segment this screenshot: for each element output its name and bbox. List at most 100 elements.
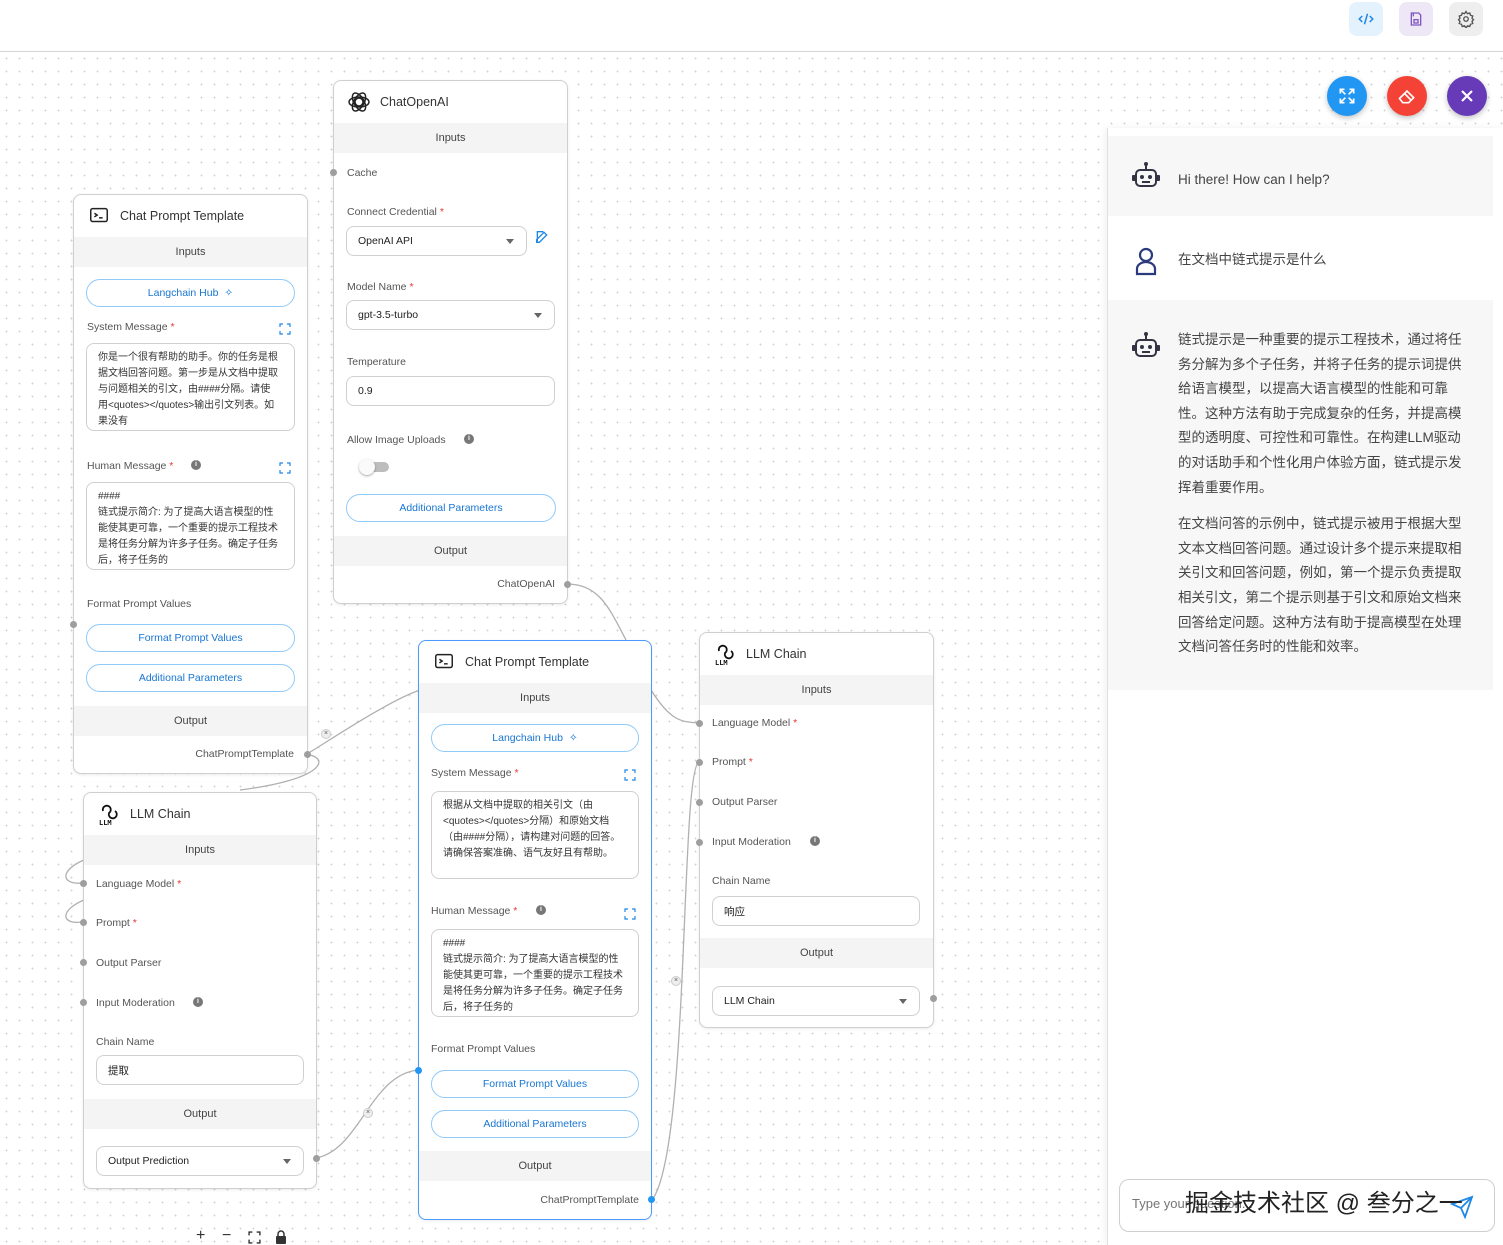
bot-message: Hi there! How can I help?: [1108, 136, 1493, 216]
edge-delete-button[interactable]: ×: [321, 729, 331, 739]
llm-icon: LLM: [96, 801, 122, 827]
output-handle[interactable]: [304, 751, 311, 758]
input-moderation-handle[interactable]: [80, 999, 87, 1006]
expand-icon[interactable]: [624, 769, 636, 781]
save-icon: [1410, 12, 1422, 26]
inputs-section: Inputs: [84, 835, 316, 865]
model-name-select[interactable]: gpt-3.5-turbo: [346, 300, 555, 330]
format-values-handle[interactable]: [415, 1067, 422, 1074]
magic-wand-icon: ✧: [568, 732, 578, 744]
output-parser-handle[interactable]: [80, 959, 87, 966]
human-message-textarea[interactable]: #### 链式提示简介: 为了提高大语言模型的性能使其更可靠，一个重要的提示工程…: [431, 929, 639, 1017]
expand-chat-button[interactable]: [1327, 76, 1367, 116]
bot-message-text: 链式提示是一种重要的提示工程技术，通过将任务分解为多个子任务，并将子任务的提示词…: [1178, 328, 1466, 660]
node-title: ChatOpenAI: [380, 95, 449, 109]
chat-prompt-template-node[interactable]: Chat Prompt Template Inputs Langchain Hu…: [73, 194, 308, 774]
format-prompt-values-button[interactable]: Format Prompt Values: [86, 624, 295, 652]
node-title: LLM Chain: [130, 807, 191, 821]
prompt-icon: [431, 649, 457, 675]
edit-credential-icon[interactable]: [534, 229, 550, 245]
prompt-label: Prompt *: [96, 917, 137, 929]
output-select[interactable]: LLM Chain: [712, 986, 920, 1016]
eraser-icon: [1398, 89, 1415, 104]
input-moderation-handle[interactable]: [696, 839, 703, 846]
info-icon: i: [191, 460, 201, 470]
credential-label: Connect Credential *: [347, 206, 444, 218]
inputs-section: Inputs: [74, 237, 307, 267]
expand-icon[interactable]: [624, 908, 636, 920]
language-model-handle[interactable]: [80, 880, 87, 887]
edge-delete-button[interactable]: ×: [363, 1108, 373, 1118]
answer-paragraph: 链式提示是一种重要的提示工程技术，通过将任务分解为多个子任务，并将子任务的提示词…: [1178, 332, 1462, 495]
prompt-handle[interactable]: [80, 919, 87, 926]
inputs-section: Inputs: [419, 683, 651, 713]
output-handle[interactable]: [313, 1155, 320, 1162]
expand-icon[interactable]: [279, 323, 291, 335]
save-button[interactable]: [1399, 2, 1433, 36]
chat-panel: Hi there! How can I help? 在文档中链式提示是什么 链式…: [1107, 128, 1503, 1245]
additional-parameters-button[interactable]: Additional Parameters: [346, 494, 556, 522]
langchain-hub-button[interactable]: Langchain Hub ✧: [86, 279, 295, 307]
additional-parameters-button[interactable]: Additional Parameters: [431, 1110, 639, 1138]
system-message-label: System Message *: [87, 321, 175, 333]
magic-wand-icon: ✧: [224, 287, 234, 299]
output-select[interactable]: Output Prediction: [96, 1146, 304, 1176]
watermark: 掘金技术社区 @ 叁分之一: [1185, 1190, 1463, 1217]
output-section: Output: [419, 1151, 651, 1181]
llm-chain-node[interactable]: LLM LLM Chain Inputs Language Model * Pr…: [83, 792, 317, 1189]
fit-view-icon[interactable]: [248, 1231, 261, 1244]
zoom-out-button[interactable]: −: [222, 1227, 231, 1245]
lock-icon[interactable]: [275, 1230, 287, 1244]
user-avatar-icon: [1135, 247, 1157, 276]
settings-button[interactable]: [1449, 2, 1483, 36]
info-icon: i: [464, 434, 474, 444]
output-name: ChatOpenAI: [497, 578, 555, 590]
cache-label: Cache: [347, 167, 378, 179]
human-message-label: Human Message *: [87, 460, 174, 472]
chain-name-input[interactable]: 响应: [712, 896, 920, 926]
credential-select[interactable]: OpenAI API: [346, 226, 527, 256]
chatopenai-node[interactable]: ChatOpenAI Inputs Cache Connect Credenti…: [333, 80, 568, 604]
output-handle[interactable]: [564, 581, 571, 588]
llm-chain-node[interactable]: LLM LLM Chain Inputs Language Model * Pr…: [699, 632, 934, 1028]
expand-icon[interactable]: [279, 462, 291, 474]
output-parser-handle[interactable]: [696, 799, 703, 806]
code-button[interactable]: [1349, 2, 1383, 36]
prompt-handle[interactable]: [696, 759, 703, 766]
info-icon: i: [810, 836, 820, 846]
node-header: LLM LLM Chain: [84, 793, 316, 835]
format-prompt-values-button[interactable]: Format Prompt Values: [431, 1070, 639, 1098]
zoom-in-button[interactable]: +: [196, 1227, 205, 1245]
system-message-textarea[interactable]: 你是一个很有帮助的助手。你的任务是根据文档回答问题。第一步是从文档中提取与问题相…: [86, 343, 295, 431]
chain-name-input[interactable]: 提取: [96, 1055, 304, 1085]
chain-name-label: Chain Name: [712, 875, 771, 887]
clear-chat-button[interactable]: [1387, 76, 1427, 116]
gear-icon: [1457, 10, 1475, 28]
user-message-text: 在文档中链式提示是什么: [1178, 252, 1327, 267]
language-model-handle[interactable]: [696, 720, 703, 727]
cache-handle[interactable]: [330, 169, 337, 176]
temperature-input[interactable]: 0.9: [346, 376, 555, 406]
output-handle[interactable]: [648, 1196, 655, 1203]
additional-parameters-button[interactable]: Additional Parameters: [86, 664, 295, 692]
chat-prompt-template-node[interactable]: Chat Prompt Template Inputs Langchain Hu…: [418, 640, 652, 1220]
output-section: Output: [700, 938, 933, 968]
system-message-textarea[interactable]: 根据从文档中提取的相关引文（由<quotes></quotes>分隔）和原始文档…: [431, 791, 639, 879]
inputs-section: Inputs: [334, 123, 567, 153]
image-uploads-toggle[interactable]: [359, 459, 389, 475]
output-section: Output: [84, 1099, 316, 1129]
output-name: ChatPromptTemplate: [195, 748, 294, 760]
top-toolbar: [0, 0, 1503, 52]
code-icon: [1358, 13, 1374, 25]
edge-delete-button[interactable]: ×: [671, 976, 681, 986]
format-prompt-values-label: Format Prompt Values: [87, 598, 192, 610]
human-message-textarea[interactable]: #### 链式提示简介: 为了提高大语言模型的性能使其更可靠，一个重要的提示工程…: [86, 482, 295, 570]
language-model-label: Language Model *: [712, 717, 798, 729]
info-icon: i: [536, 905, 546, 915]
answer-paragraph: 在文档问答的示例中，链式提示被用于根据大型文本文档回答问题。通过设计多个提示来提…: [1178, 516, 1462, 655]
langchain-hub-button[interactable]: Langchain Hub ✧: [431, 724, 639, 752]
output-handle[interactable]: [930, 995, 937, 1002]
human-message-label: Human Message *: [431, 905, 518, 917]
format-values-handle[interactable]: [70, 621, 77, 628]
close-chat-button[interactable]: [1447, 76, 1487, 116]
